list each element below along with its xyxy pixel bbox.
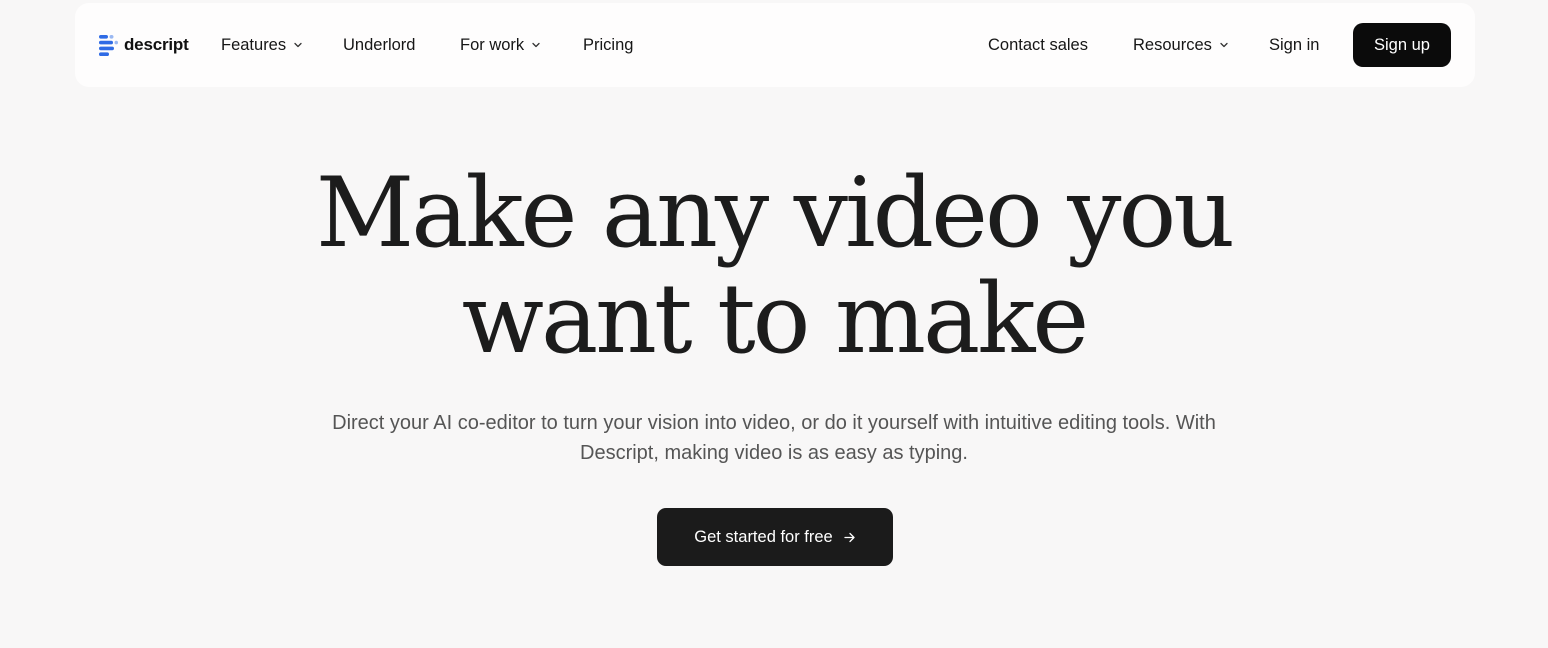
sign-up-button[interactable]: Sign up: [1353, 23, 1451, 67]
nav-resources[interactable]: Resources: [1133, 3, 1229, 87]
hero-title-line-1: Make any video you: [315, 157, 1235, 269]
hero-title-line-2: want to make: [461, 263, 1089, 375]
sign-up-label: Sign up: [1374, 35, 1430, 54]
descript-logo-icon: [99, 35, 118, 56]
nav-pricing[interactable]: Pricing: [583, 3, 633, 87]
nav-resources-label: Resources: [1133, 35, 1212, 54]
nav-contact-sales[interactable]: Contact sales: [988, 3, 1088, 87]
descript-logo[interactable]: descript: [99, 34, 189, 58]
nav-features[interactable]: Features: [221, 3, 303, 87]
nav-for-work[interactable]: For work: [460, 3, 541, 87]
nav-underlord-label: Underlord: [343, 35, 416, 54]
chevron-down-icon: [1219, 40, 1229, 50]
nav-for-work-label: For work: [460, 35, 525, 54]
nav-contact-sales-label: Contact sales: [988, 35, 1088, 54]
chevron-down-icon: [293, 40, 303, 50]
nav-features-label: Features: [221, 35, 287, 54]
get-started-label: Get started for free: [694, 527, 833, 546]
nav-sign-in[interactable]: Sign in: [1269, 3, 1319, 87]
arrow-right-icon: [843, 531, 856, 544]
hero-title: Make any video you want to make: [0, 160, 1548, 372]
nav-underlord[interactable]: Underlord: [343, 3, 415, 87]
get-started-button[interactable]: Get started for free: [657, 508, 893, 566]
chevron-down-icon: [531, 40, 541, 50]
nav-pricing-label: Pricing: [583, 35, 634, 54]
hero-subtitle: Direct your AI co-editor to turn your vi…: [332, 412, 1216, 464]
logo-wordmark: descript: [124, 34, 189, 54]
nav-sign-in-label: Sign in: [1269, 35, 1320, 54]
top-navbar: descript Features Underlord For work Pri…: [75, 3, 1475, 87]
